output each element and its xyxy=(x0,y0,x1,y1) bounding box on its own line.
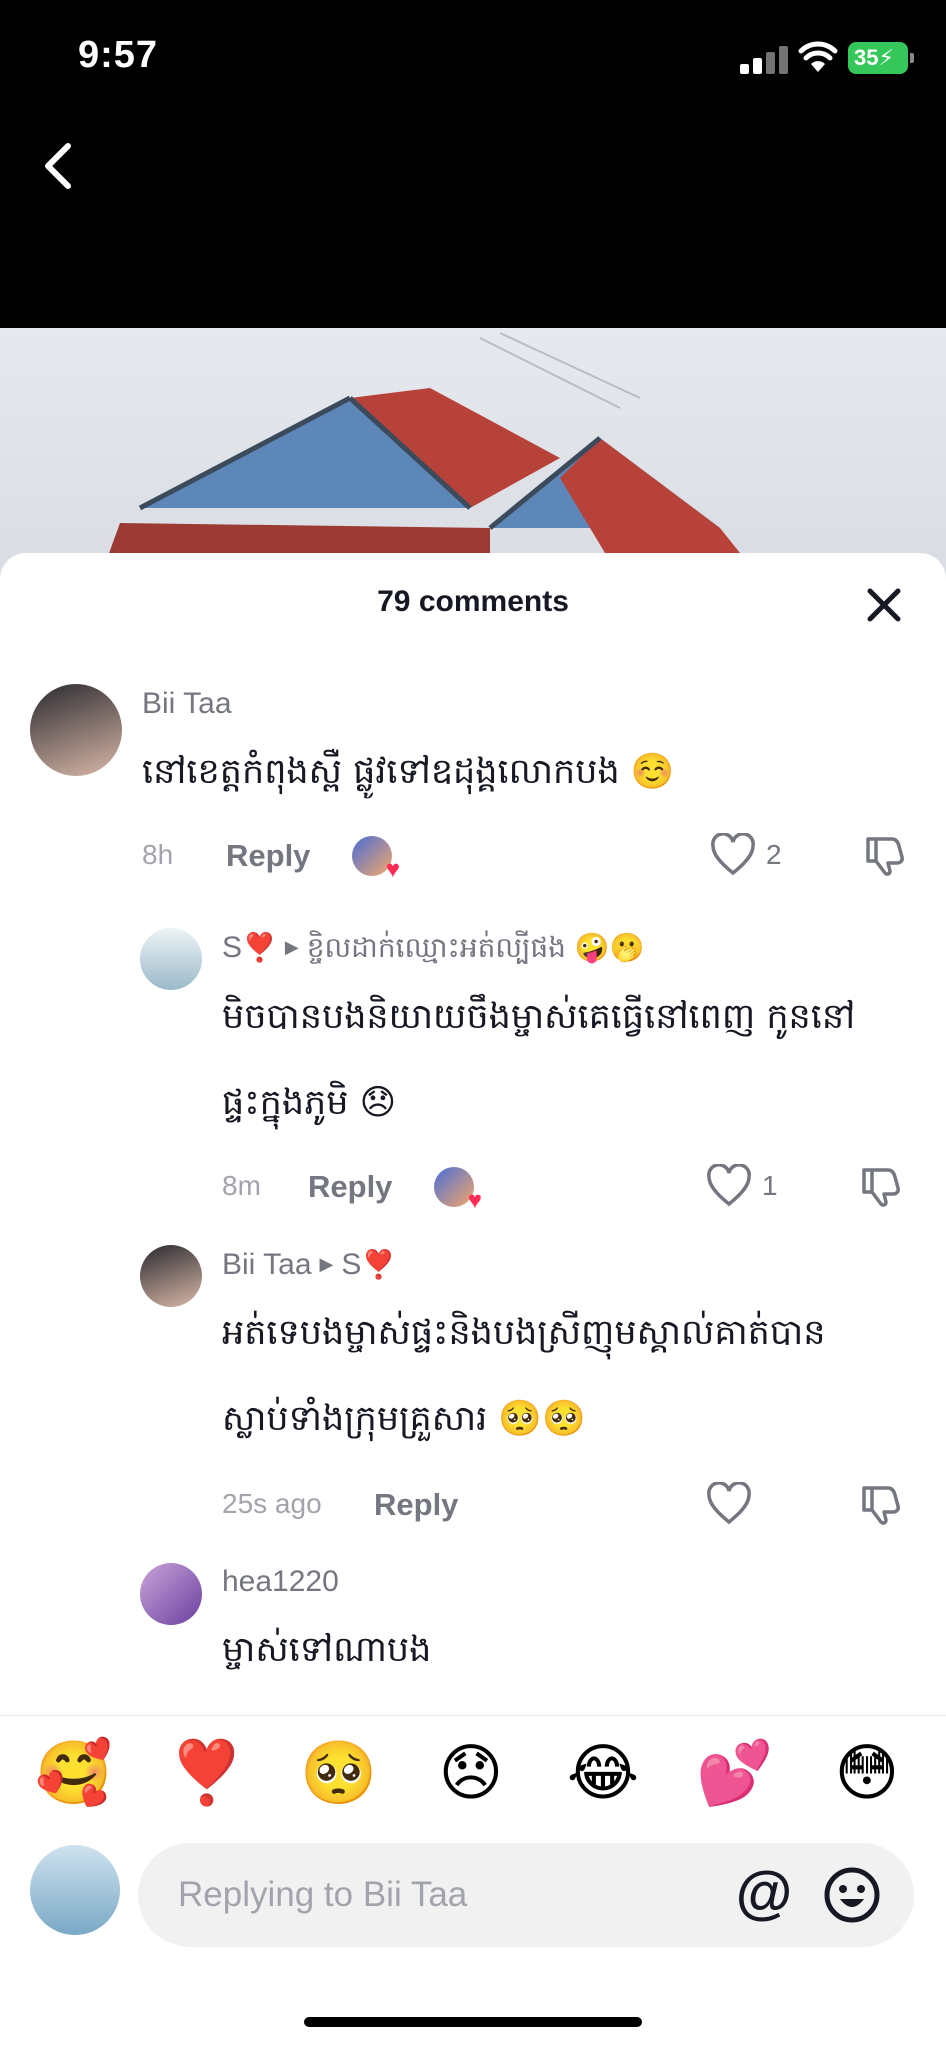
comment-text-line: មិចបានបងនិយាយចឹងម្ចាស់គេធ្វើនៅពេញ កូននៅ xyxy=(222,997,856,1037)
wifi-icon xyxy=(798,41,838,72)
close-icon[interactable] xyxy=(862,583,906,627)
reply-button[interactable]: Reply xyxy=(374,1487,458,1523)
comment-text-line: ស្លាប់ទាំងក្រុមគ្រួសារ 🥺🥺 xyxy=(222,1399,586,1439)
dislike-icon[interactable] xyxy=(858,1164,902,1208)
signal-icon xyxy=(740,44,788,74)
comment-time: 25s ago xyxy=(222,1488,322,1519)
battery-level: 35 xyxy=(854,45,879,70)
avatar[interactable] xyxy=(140,1563,202,1625)
divider xyxy=(0,1715,946,1716)
status-time: 9:57 xyxy=(78,34,159,76)
comment-text: ម្ចាស់ទៅណាបង xyxy=(222,1607,922,1693)
quick-emoji-bar: 🥰 ❣️ 🥺 😞 😂 💕 😳 xyxy=(0,1728,946,1828)
reply-button[interactable]: Reply xyxy=(226,838,310,874)
comment-username[interactable]: Bii Taa ▶ S❣️ xyxy=(222,1248,396,1282)
username-heart-exclamation: ❣️ xyxy=(361,1249,397,1280)
username-heart-exclamation: ❣️ xyxy=(242,932,277,963)
back-chevron-icon[interactable] xyxy=(34,136,84,196)
comment-input-row: @ xyxy=(0,1843,946,1963)
comment-input[interactable] xyxy=(178,1871,698,1919)
username-text: Bii Taa xyxy=(222,1248,312,1281)
battery-indicator: 35⚡ xyxy=(848,42,914,74)
comment-text: អត់ទេបងម្ចាស់ផ្ទះនិងបងស្រីញុមស្គាល់គាត់ប… xyxy=(222,1290,922,1462)
comment-input-box[interactable]: @ xyxy=(138,1843,914,1947)
emoji-disappointed-face[interactable]: 😞 xyxy=(426,1728,516,1818)
like-count: 1 xyxy=(762,1170,778,1201)
emoji-smiling-hearts[interactable]: 🥰 xyxy=(29,1728,119,1818)
comment-text-line: ម្ចាស់ទៅណាបង xyxy=(222,1630,432,1670)
emoji-tears-of-joy[interactable]: 😂 xyxy=(558,1728,648,1818)
comment-text: មិចបានបងនិយាយចឹងម្ចាស់គេធ្វើនៅពេញ កូននៅ … xyxy=(222,974,922,1146)
mention-button[interactable]: @ xyxy=(732,1863,796,1927)
house-roof-image xyxy=(100,332,760,578)
avatar[interactable] xyxy=(140,1245,202,1307)
comment-text: នៅខេត្តកំពុងស្ពឺ ផ្លូវទៅឧដុង្គលោកបង ☺️ xyxy=(142,729,922,815)
video-frame[interactable] xyxy=(0,328,946,578)
reply-to-username[interactable]: S xyxy=(341,1248,361,1281)
reply-arrow-icon: ▶ xyxy=(319,1254,334,1274)
comment-time: 8h xyxy=(142,839,174,870)
charging-bolt-icon: ⚡ xyxy=(878,45,894,70)
comment-time: 8m xyxy=(222,1170,261,1201)
dislike-icon[interactable] xyxy=(858,1482,902,1526)
reply-to-username[interactable]: ខ្ចិលដាក់ឈ្មោះអត់ល្បីផង 🤪🫢 xyxy=(307,931,645,964)
current-user-avatar[interactable] xyxy=(30,1845,120,1935)
emoji-two-hearts[interactable]: 💕 xyxy=(690,1728,780,1818)
comment-text-line: ផ្ទះក្នុងភូមិ 😞 xyxy=(222,1083,397,1123)
comments-sheet: 79 comments Bii Taa នៅខេត្តកំពុងស្ពឺ ផ្ល… xyxy=(0,553,946,2048)
comment-username[interactable]: Bii Taa xyxy=(142,687,232,721)
avatar[interactable] xyxy=(140,928,202,990)
comment-text-line: នៅខេត្តកំពុងស្ពឺ ផ្លូវទៅឧដុង្គលោកបង ☺️ xyxy=(142,752,675,792)
status-bar: 9:57 35⚡ xyxy=(0,0,946,120)
heart-icon[interactable] xyxy=(706,1164,752,1208)
username-text: S xyxy=(222,931,243,964)
dislike-icon[interactable] xyxy=(862,833,906,877)
emoji-flushed-face[interactable]: 😳 xyxy=(822,1728,912,1818)
reply-button[interactable]: Reply xyxy=(308,1169,392,1205)
home-indicator xyxy=(304,2017,642,2027)
comments-count-title: 79 comments xyxy=(377,585,569,618)
creator-liked-badge xyxy=(352,836,400,884)
comment-username[interactable]: hea1220 xyxy=(222,1565,339,1599)
emoji-heart-exclamation[interactable]: ❣️ xyxy=(162,1728,252,1818)
heart-icon[interactable] xyxy=(706,1482,752,1526)
avatar[interactable] xyxy=(30,684,122,776)
comment-username[interactable]: S❣️ ▶ ខ្ចិលដាក់ឈ្មោះអត់ល្បីផង 🤪🫢 xyxy=(222,930,645,971)
emoji-pleading-face[interactable]: 🥺 xyxy=(294,1728,384,1818)
heart-icon[interactable] xyxy=(710,833,756,877)
emoji-picker-icon[interactable] xyxy=(822,1865,882,1925)
comment-text-line: អត់ទេបងម្ចាស់ផ្ទះនិងបងស្រីញុមស្គាល់គាត់ប… xyxy=(222,1313,826,1353)
reply-arrow-icon: ▶ xyxy=(284,937,299,957)
like-count: 2 xyxy=(766,839,782,870)
creator-liked-badge xyxy=(434,1167,482,1215)
